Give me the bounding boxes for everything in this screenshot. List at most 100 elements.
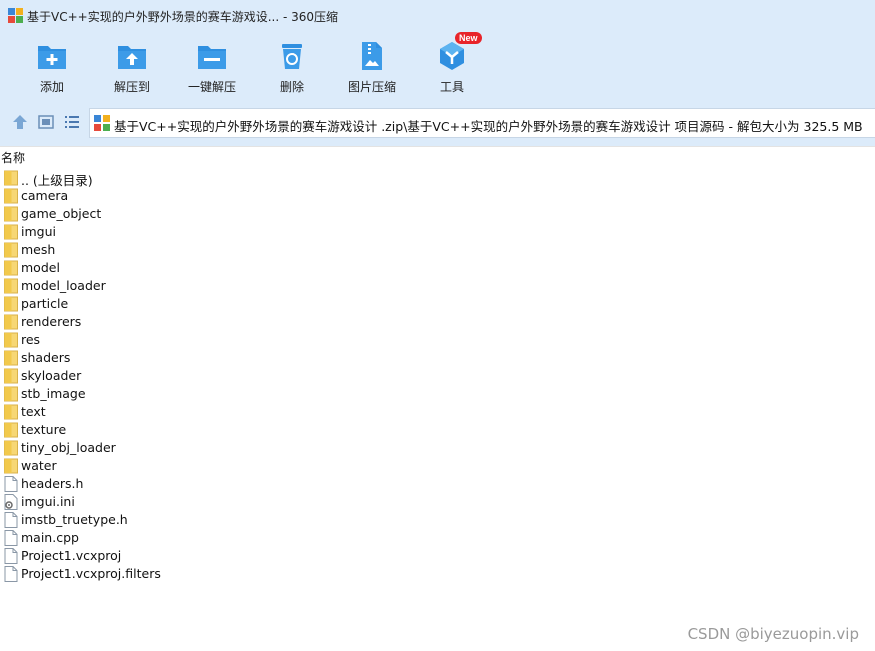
delete-button[interactable]: 删除	[252, 34, 332, 96]
list-item-name: headers.h	[21, 476, 84, 491]
list-item[interactable]: .. (上级目录)	[0, 169, 875, 188]
list-item[interactable]: text	[0, 403, 875, 421]
new-badge: New	[455, 32, 482, 44]
list-item[interactable]: texture	[0, 421, 875, 439]
path-text: 基于VC++实现的户外野外场景的赛车游戏设计 .zip\基于VC++实现的户外野…	[114, 119, 863, 134]
toolbar: 添加 解压到 一键解压 删除 图片压缩 New 工具	[0, 32, 875, 98]
list-item[interactable]: imgui.ini	[0, 493, 875, 511]
list-header: 名称	[0, 146, 875, 166]
file-icon	[4, 548, 18, 564]
extract-to-icon	[118, 46, 146, 69]
folder-icon	[4, 458, 18, 474]
list-item[interactable]: tiny_obj_loader	[0, 439, 875, 457]
watermark: CSDN @biyezuopin.vip	[687, 625, 859, 643]
list-item-name: text	[21, 404, 46, 419]
list-item-name: stb_image	[21, 386, 86, 401]
settings-file-icon	[4, 494, 18, 510]
list-item[interactable]: shaders	[0, 349, 875, 367]
folder-icon	[4, 224, 18, 240]
list-item-name: model_loader	[21, 278, 106, 293]
folder-icon	[4, 350, 18, 366]
tools-button[interactable]: New 工具	[412, 32, 492, 96]
folder-icon	[4, 260, 18, 276]
list-item-name: water	[21, 458, 57, 473]
folder-icon	[4, 368, 18, 384]
list-item-name: particle	[21, 296, 69, 311]
list-item[interactable]: camera	[0, 187, 875, 205]
list-item[interactable]: particle	[0, 295, 875, 313]
list-item[interactable]: main.cpp	[0, 529, 875, 547]
file-icon	[4, 530, 18, 546]
folder-icon	[4, 206, 18, 222]
window-title: 基于VC++实现的户外野外场景的赛车游戏设... - 360压缩	[27, 10, 339, 24]
archive-path-icon	[94, 115, 110, 131]
list-item-name: texture	[21, 422, 67, 437]
delete-icon	[282, 44, 302, 69]
folder-icon	[4, 296, 18, 312]
list-item[interactable]: game_object	[0, 205, 875, 223]
list-item-name: model	[21, 260, 60, 275]
column-header-name[interactable]: 名称	[1, 149, 25, 166]
folder-icon	[4, 242, 18, 258]
list-item-name: camera	[21, 188, 69, 203]
list-item[interactable]: res	[0, 331, 875, 349]
file-icon	[4, 566, 18, 582]
list-item-name: imgui.ini	[21, 494, 75, 509]
list-item-name: game_object	[21, 206, 102, 221]
folder-icon	[4, 188, 18, 204]
list-item-name: Project1.vcxproj	[21, 548, 122, 563]
title-bar: 基于VC++实现的户外野外场景的赛车游戏设... - 360压缩	[0, 0, 875, 30]
list-item[interactable]: Project1.vcxproj.filters	[0, 565, 875, 583]
folder-icon	[4, 332, 18, 348]
one-click-extract-button[interactable]: 一键解压	[172, 34, 252, 96]
add-button[interactable]: 添加	[12, 34, 92, 96]
list-item-name: imgui	[21, 224, 56, 239]
folder-icon	[4, 386, 18, 402]
path-field[interactable]: 基于VC++实现的户外野外场景的赛车游戏设计 .zip\基于VC++实现的户外野…	[89, 108, 875, 138]
top-panel: 基于VC++实现的户外野外场景的赛车游戏设... - 360压缩 添加 解压到	[0, 0, 875, 146]
extract-to-label: 解压到	[113, 80, 150, 94]
folder-icon	[4, 314, 18, 330]
list-item-name: Project1.vcxproj.filters	[21, 566, 161, 581]
one-click-extract-icon	[198, 46, 226, 69]
list-item-name: mesh	[21, 242, 56, 257]
tools-label: 工具	[439, 80, 464, 94]
file-icon	[4, 476, 18, 492]
folder-icon	[4, 170, 18, 186]
one-click-extract-label: 一键解压	[187, 80, 236, 94]
folder-icon	[4, 440, 18, 456]
image-compress-button[interactable]: 图片压缩	[332, 34, 412, 96]
delete-label: 删除	[279, 80, 304, 94]
list-item[interactable]: Project1.vcxproj	[0, 547, 875, 565]
list-item[interactable]: headers.h	[0, 475, 875, 493]
tools-icon	[440, 42, 464, 70]
up-arrow-icon[interactable]	[10, 112, 30, 132]
add-icon	[38, 46, 66, 69]
list-item[interactable]: mesh	[0, 241, 875, 259]
list-item[interactable]: renderers	[0, 313, 875, 331]
folder-icon	[4, 404, 18, 420]
list-item-name: skyloader	[21, 368, 82, 383]
extract-to-button[interactable]: 解压到	[92, 34, 172, 96]
list-item-name: res	[21, 332, 41, 347]
image-compress-icon	[362, 42, 382, 70]
list-item[interactable]: water	[0, 457, 875, 475]
list-item-name: imstb_truetype.h	[21, 512, 128, 527]
list-item[interactable]: model	[0, 259, 875, 277]
folder-icon	[4, 278, 18, 294]
list-item[interactable]: imgui	[0, 223, 875, 241]
list-view-icon[interactable]	[62, 112, 82, 132]
list-item[interactable]: stb_image	[0, 385, 875, 403]
archive-app-icon	[8, 8, 23, 23]
list-item-name: renderers	[21, 314, 82, 329]
add-label: 添加	[39, 80, 64, 94]
thumbnail-view-icon[interactable]	[36, 112, 56, 132]
folder-icon	[4, 422, 18, 438]
file-list: .. (上级目录) camera game_objectimgui mesh model…	[0, 169, 875, 583]
list-item[interactable]: model_loader	[0, 277, 875, 295]
list-item[interactable]: imstb_truetype.h	[0, 511, 875, 529]
file-icon	[4, 512, 18, 528]
list-item[interactable]: skyloader	[0, 367, 875, 385]
list-item-name: tiny_obj_loader	[21, 440, 116, 455]
list-item-name: shaders	[21, 350, 71, 365]
